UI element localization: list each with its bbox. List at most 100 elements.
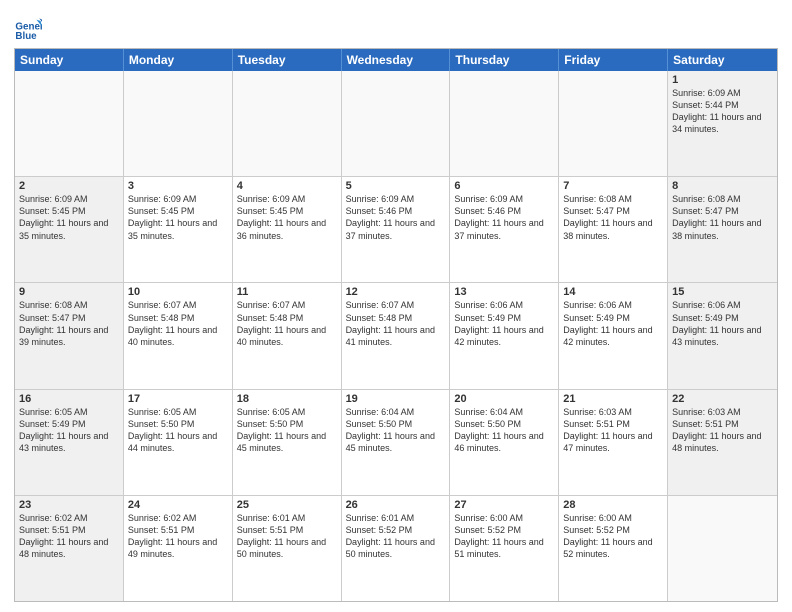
day-number: 26 — [346, 499, 446, 511]
calendar-body: 1Sunrise: 6:09 AM Sunset: 5:44 PM Daylig… — [15, 71, 777, 601]
day-number: 5 — [346, 180, 446, 192]
day-info: Sunrise: 6:04 AM Sunset: 5:50 PM Dayligh… — [454, 406, 554, 455]
day-number: 14 — [563, 286, 663, 298]
day-number: 2 — [19, 180, 119, 192]
day-header-sunday: Sunday — [15, 49, 124, 71]
calendar-cell-empty — [668, 496, 777, 601]
calendar-cell-6: 6Sunrise: 6:09 AM Sunset: 5:46 PM Daylig… — [450, 177, 559, 282]
day-header-thursday: Thursday — [450, 49, 559, 71]
day-info: Sunrise: 6:03 AM Sunset: 5:51 PM Dayligh… — [672, 406, 773, 455]
day-number: 13 — [454, 286, 554, 298]
day-info: Sunrise: 6:06 AM Sunset: 5:49 PM Dayligh… — [672, 299, 773, 348]
day-info: Sunrise: 6:07 AM Sunset: 5:48 PM Dayligh… — [346, 299, 446, 348]
calendar-cell-19: 19Sunrise: 6:04 AM Sunset: 5:50 PM Dayli… — [342, 390, 451, 495]
day-number: 6 — [454, 180, 554, 192]
calendar-week-3: 9Sunrise: 6:08 AM Sunset: 5:47 PM Daylig… — [15, 282, 777, 388]
calendar-cell-3: 3Sunrise: 6:09 AM Sunset: 5:45 PM Daylig… — [124, 177, 233, 282]
calendar-cell-14: 14Sunrise: 6:06 AM Sunset: 5:49 PM Dayli… — [559, 283, 668, 388]
calendar-cell-12: 12Sunrise: 6:07 AM Sunset: 5:48 PM Dayli… — [342, 283, 451, 388]
calendar-cell-empty — [124, 71, 233, 176]
day-number: 10 — [128, 286, 228, 298]
calendar-cell-empty — [342, 71, 451, 176]
day-number: 18 — [237, 393, 337, 405]
day-info: Sunrise: 6:09 AM Sunset: 5:45 PM Dayligh… — [128, 193, 228, 242]
calendar-cell-7: 7Sunrise: 6:08 AM Sunset: 5:47 PM Daylig… — [559, 177, 668, 282]
day-header-saturday: Saturday — [668, 49, 777, 71]
day-number: 23 — [19, 499, 119, 511]
logo-icon: General Blue — [14, 14, 42, 42]
day-info: Sunrise: 6:05 AM Sunset: 5:50 PM Dayligh… — [128, 406, 228, 455]
calendar-cell-8: 8Sunrise: 6:08 AM Sunset: 5:47 PM Daylig… — [668, 177, 777, 282]
calendar-cell-17: 17Sunrise: 6:05 AM Sunset: 5:50 PM Dayli… — [124, 390, 233, 495]
day-info: Sunrise: 6:09 AM Sunset: 5:45 PM Dayligh… — [19, 193, 119, 242]
day-number: 16 — [19, 393, 119, 405]
day-number: 27 — [454, 499, 554, 511]
day-info: Sunrise: 6:00 AM Sunset: 5:52 PM Dayligh… — [563, 512, 663, 561]
calendar-cell-1: 1Sunrise: 6:09 AM Sunset: 5:44 PM Daylig… — [668, 71, 777, 176]
calendar-cell-22: 22Sunrise: 6:03 AM Sunset: 5:51 PM Dayli… — [668, 390, 777, 495]
day-number: 15 — [672, 286, 773, 298]
day-header-monday: Monday — [124, 49, 233, 71]
day-info: Sunrise: 6:02 AM Sunset: 5:51 PM Dayligh… — [19, 512, 119, 561]
day-info: Sunrise: 6:08 AM Sunset: 5:47 PM Dayligh… — [672, 193, 773, 242]
calendar-cell-16: 16Sunrise: 6:05 AM Sunset: 5:49 PM Dayli… — [15, 390, 124, 495]
calendar-cell-2: 2Sunrise: 6:09 AM Sunset: 5:45 PM Daylig… — [15, 177, 124, 282]
page-header: General Blue — [14, 10, 778, 42]
calendar-cell-empty — [15, 71, 124, 176]
day-header-wednesday: Wednesday — [342, 49, 451, 71]
day-info: Sunrise: 6:05 AM Sunset: 5:50 PM Dayligh… — [237, 406, 337, 455]
day-number: 24 — [128, 499, 228, 511]
day-info: Sunrise: 6:01 AM Sunset: 5:51 PM Dayligh… — [237, 512, 337, 561]
day-info: Sunrise: 6:03 AM Sunset: 5:51 PM Dayligh… — [563, 406, 663, 455]
calendar-cell-9: 9Sunrise: 6:08 AM Sunset: 5:47 PM Daylig… — [15, 283, 124, 388]
calendar: SundayMondayTuesdayWednesdayThursdayFrid… — [14, 48, 778, 602]
logo: General Blue — [14, 14, 46, 42]
calendar-week-1: 1Sunrise: 6:09 AM Sunset: 5:44 PM Daylig… — [15, 71, 777, 176]
svg-text:Blue: Blue — [15, 31, 37, 42]
calendar-cell-15: 15Sunrise: 6:06 AM Sunset: 5:49 PM Dayli… — [668, 283, 777, 388]
day-info: Sunrise: 6:07 AM Sunset: 5:48 PM Dayligh… — [128, 299, 228, 348]
day-info: Sunrise: 6:05 AM Sunset: 5:49 PM Dayligh… — [19, 406, 119, 455]
day-number: 11 — [237, 286, 337, 298]
calendar-week-2: 2Sunrise: 6:09 AM Sunset: 5:45 PM Daylig… — [15, 176, 777, 282]
day-number: 9 — [19, 286, 119, 298]
day-number: 22 — [672, 393, 773, 405]
day-info: Sunrise: 6:04 AM Sunset: 5:50 PM Dayligh… — [346, 406, 446, 455]
calendar-cell-24: 24Sunrise: 6:02 AM Sunset: 5:51 PM Dayli… — [124, 496, 233, 601]
day-info: Sunrise: 6:09 AM Sunset: 5:46 PM Dayligh… — [454, 193, 554, 242]
day-header-friday: Friday — [559, 49, 668, 71]
day-info: Sunrise: 6:01 AM Sunset: 5:52 PM Dayligh… — [346, 512, 446, 561]
day-info: Sunrise: 6:08 AM Sunset: 5:47 PM Dayligh… — [19, 299, 119, 348]
calendar-cell-20: 20Sunrise: 6:04 AM Sunset: 5:50 PM Dayli… — [450, 390, 559, 495]
calendar-cell-23: 23Sunrise: 6:02 AM Sunset: 5:51 PM Dayli… — [15, 496, 124, 601]
day-number: 1 — [672, 74, 773, 86]
day-header-tuesday: Tuesday — [233, 49, 342, 71]
day-number: 21 — [563, 393, 663, 405]
day-number: 8 — [672, 180, 773, 192]
day-number: 12 — [346, 286, 446, 298]
calendar-cell-empty — [559, 71, 668, 176]
day-number: 28 — [563, 499, 663, 511]
day-number: 7 — [563, 180, 663, 192]
calendar-cell-28: 28Sunrise: 6:00 AM Sunset: 5:52 PM Dayli… — [559, 496, 668, 601]
day-number: 4 — [237, 180, 337, 192]
calendar-cell-empty — [450, 71, 559, 176]
calendar-cell-empty — [233, 71, 342, 176]
day-info: Sunrise: 6:09 AM Sunset: 5:45 PM Dayligh… — [237, 193, 337, 242]
calendar-cell-21: 21Sunrise: 6:03 AM Sunset: 5:51 PM Dayli… — [559, 390, 668, 495]
day-info: Sunrise: 6:09 AM Sunset: 5:44 PM Dayligh… — [672, 87, 773, 136]
calendar-cell-5: 5Sunrise: 6:09 AM Sunset: 5:46 PM Daylig… — [342, 177, 451, 282]
day-number: 20 — [454, 393, 554, 405]
day-number: 25 — [237, 499, 337, 511]
calendar-cell-4: 4Sunrise: 6:09 AM Sunset: 5:45 PM Daylig… — [233, 177, 342, 282]
calendar-cell-25: 25Sunrise: 6:01 AM Sunset: 5:51 PM Dayli… — [233, 496, 342, 601]
calendar-cell-27: 27Sunrise: 6:00 AM Sunset: 5:52 PM Dayli… — [450, 496, 559, 601]
day-info: Sunrise: 6:08 AM Sunset: 5:47 PM Dayligh… — [563, 193, 663, 242]
calendar-cell-13: 13Sunrise: 6:06 AM Sunset: 5:49 PM Dayli… — [450, 283, 559, 388]
day-info: Sunrise: 6:06 AM Sunset: 5:49 PM Dayligh… — [454, 299, 554, 348]
day-number: 19 — [346, 393, 446, 405]
calendar-week-4: 16Sunrise: 6:05 AM Sunset: 5:49 PM Dayli… — [15, 389, 777, 495]
calendar-cell-10: 10Sunrise: 6:07 AM Sunset: 5:48 PM Dayli… — [124, 283, 233, 388]
day-number: 3 — [128, 180, 228, 192]
calendar-cell-18: 18Sunrise: 6:05 AM Sunset: 5:50 PM Dayli… — [233, 390, 342, 495]
